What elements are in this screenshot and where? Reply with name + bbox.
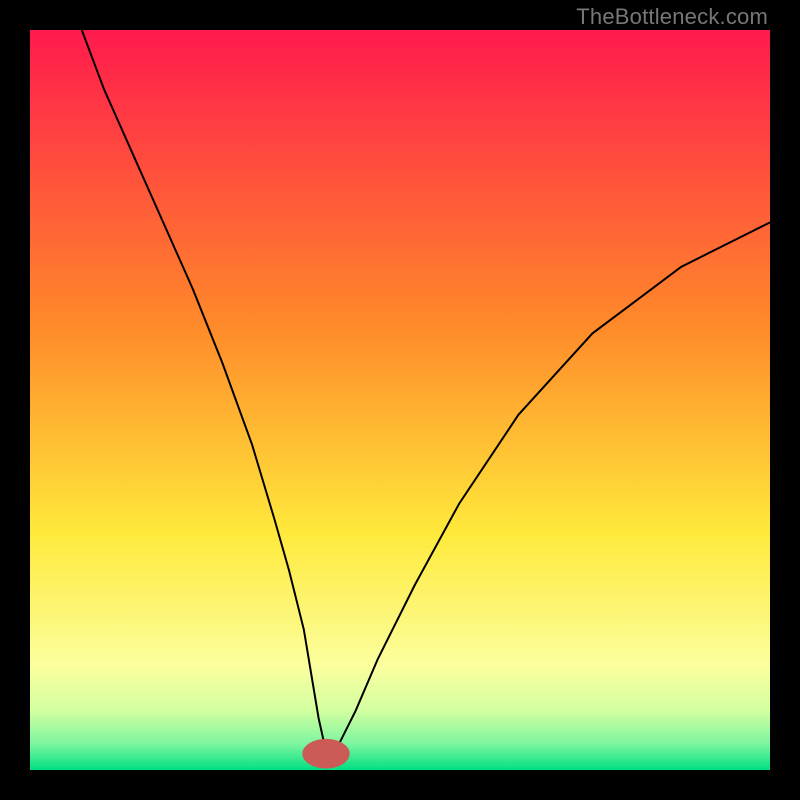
watermark-text: TheBottleneck.com	[576, 4, 768, 30]
chart-outer: TheBottleneck.com	[0, 0, 800, 800]
chart-svg	[30, 30, 770, 770]
gradient-background	[30, 30, 770, 770]
minimum-marker	[302, 739, 349, 769]
plot-area	[30, 30, 770, 770]
